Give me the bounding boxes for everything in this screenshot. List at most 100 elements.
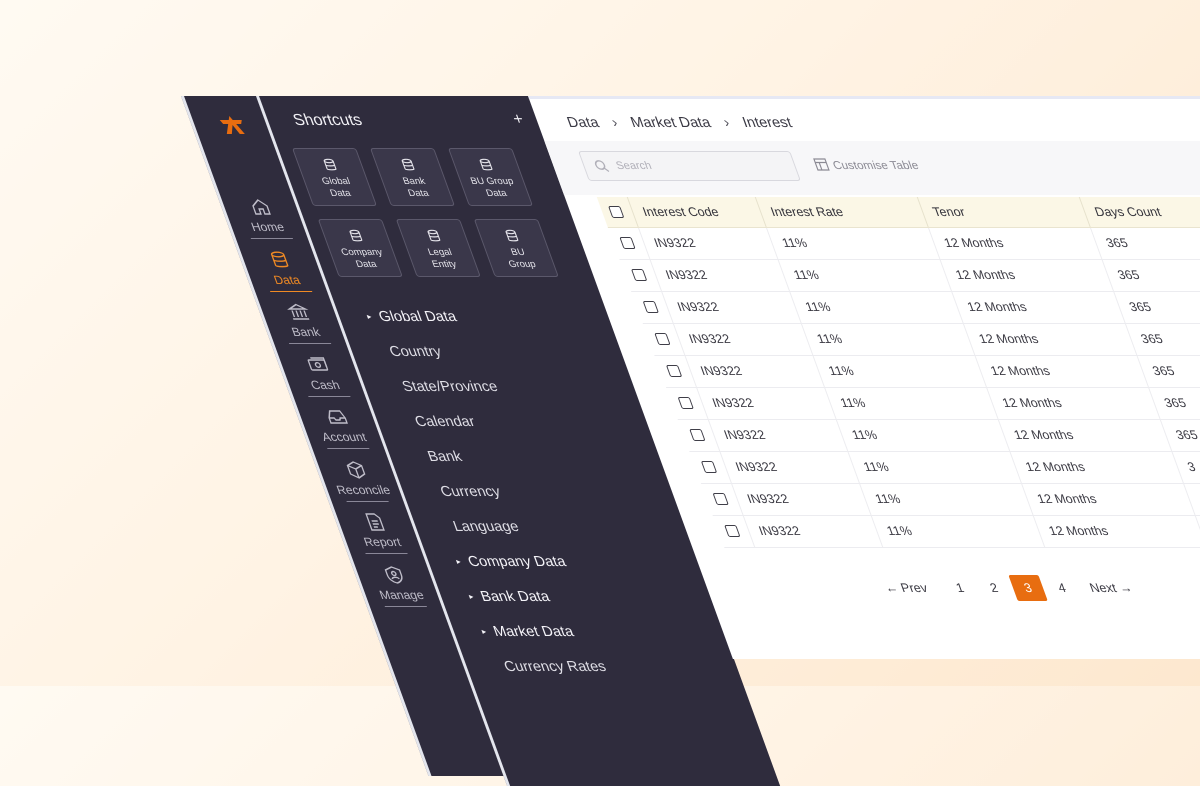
page-3-button[interactable]: 3 (1008, 575, 1048, 601)
nav-divider (365, 553, 408, 554)
tree-item-label: Bank (425, 449, 465, 465)
select-all-checkbox[interactable] (608, 206, 625, 218)
table-cell: 11% (800, 324, 975, 355)
shortcut-tile-label: Data (328, 188, 353, 199)
row-checkbox[interactable] (619, 237, 636, 249)
tree-item-company-data[interactable]: ▸ Company Data (454, 554, 568, 570)
nav-divider (346, 500, 389, 502)
nav-divider (384, 605, 427, 607)
row-checkbox[interactable] (642, 301, 659, 313)
table-cell: 12 Months (951, 292, 1125, 323)
tree-item-label: Currency (438, 484, 503, 500)
row-checkbox[interactable] (724, 525, 741, 537)
tree-item-currency[interactable]: Currency (438, 484, 503, 500)
chevron-right-icon: › (609, 115, 621, 131)
shortcut-tile-bu-group-data[interactable]: BU Group Data (447, 148, 534, 206)
page-1-button[interactable]: 1 (940, 575, 979, 601)
table-row[interactable]: IN9322 11% 12 Months 365 (608, 228, 1200, 260)
table-cell: 12 Months (928, 228, 1102, 259)
next-page-button[interactable]: Next → (1080, 575, 1141, 601)
nav-item-label: Home (249, 220, 287, 234)
column-interest-rate[interactable]: Interest Rate (754, 197, 928, 227)
table-row[interactable]: IN9322 11% 12 Months 365 (677, 420, 1200, 452)
tree-item-label: Currency Rates (501, 659, 609, 675)
customise-table-button[interactable]: Customise Table (813, 158, 921, 172)
tree-item-label: State/Province (400, 379, 501, 395)
table-cell: IN9322 (696, 388, 836, 419)
nav-divider (288, 343, 332, 344)
table-cell: 365 (1136, 356, 1200, 387)
row-checkbox[interactable] (689, 429, 706, 441)
shortcut-tile-bu-group[interactable]: BU Group (473, 219, 559, 277)
tree-item-country[interactable]: Country (387, 344, 444, 360)
nav-divider (308, 395, 351, 397)
nav-item-label: Bank (289, 325, 323, 339)
table-cell: 12 Months (962, 324, 1137, 355)
table-row[interactable]: IN9322 11% 12 Months 365 (631, 292, 1200, 324)
interest-table: Interest Code Interest Rate Tenor Days C… (596, 197, 1200, 548)
shortcut-tile-label: Company (339, 247, 385, 258)
page-4-button[interactable]: 4 (1042, 575, 1081, 601)
tree-item-bank-data[interactable]: ▸ Bank Data (466, 589, 552, 605)
bank-icon (284, 301, 314, 323)
table-cell: IN9322 (649, 260, 789, 291)
column-tenor[interactable]: Tenor (916, 197, 1090, 227)
table-cell: 365 (1113, 292, 1200, 323)
row-checkbox[interactable] (654, 333, 671, 345)
table-cell: IN9322 (731, 484, 871, 515)
shortcut-tile-bank-data[interactable]: Bank Data (369, 148, 456, 206)
row-checkbox[interactable] (630, 269, 648, 281)
row-checkbox[interactable] (677, 397, 694, 409)
table-row[interactable]: IN9322 11% 12 Months 365 (666, 388, 1200, 420)
table-cell: 12 Months (939, 260, 1113, 291)
inbox-icon (322, 406, 352, 428)
search-input[interactable]: Search (578, 151, 801, 181)
nav-divider (250, 238, 294, 239)
table-cell: 12 Months (997, 420, 1172, 451)
table-row[interactable]: IN9322 11% 12 Months (712, 516, 1200, 548)
column-interest-code[interactable]: Interest Code (626, 197, 766, 227)
table-row[interactable]: IN9322 11% 12 Months 365 (642, 324, 1200, 356)
table-row[interactable]: IN9322 11% 12 Months 3 (689, 452, 1200, 484)
table-cell: IN9322 (719, 452, 859, 483)
shortcut-tile-global-data[interactable]: Global Data (291, 148, 378, 206)
shortcut-tile-label: Legal (426, 247, 454, 258)
breadcrumb-interest: Interest (740, 115, 795, 131)
shortcut-tile-company-data[interactable]: Company Data (317, 219, 403, 277)
table-row[interactable]: IN9322 11% 12 Months 365 (654, 356, 1200, 388)
breadcrumb-market-data[interactable]: Market Data (628, 115, 713, 131)
table-row[interactable]: IN9322 11% 12 Months (701, 484, 1200, 516)
prev-page-button[interactable]: ← Prev (876, 575, 935, 601)
row-checkbox[interactable] (665, 365, 683, 377)
row-checkbox[interactable] (700, 461, 718, 473)
tree-item-global-data[interactable]: ▸ Global Data (365, 309, 459, 325)
database-icon (345, 228, 367, 244)
database-icon (475, 157, 497, 173)
tree-item-bank[interactable]: Bank (425, 449, 464, 465)
table-cell: 12 Months (1021, 484, 1195, 515)
breadcrumb-data[interactable]: Data (565, 115, 601, 131)
tree-item-label: Calendar (412, 414, 478, 430)
column-days-count[interactable]: Days Count (1078, 197, 1200, 227)
table-cell: 12 Months (1032, 516, 1200, 547)
tree-item-market-data[interactable]: ▸ Market Data (479, 624, 576, 640)
table-cell: 365 (1124, 324, 1200, 355)
table-cell: IN9322 (684, 356, 824, 387)
table-row[interactable]: IN9322 11% 12 Months 365 (619, 260, 1200, 292)
database-icon (397, 157, 419, 173)
table-cell: IN9322 (707, 420, 848, 451)
nav-divider (269, 290, 313, 292)
row-checkbox[interactable] (712, 493, 729, 505)
page-2-button[interactable]: 2 (974, 575, 1013, 601)
tree-item-language[interactable]: Language (451, 519, 521, 535)
tree-item-calendar[interactable]: Calendar (413, 414, 478, 430)
tree-item-state-province[interactable]: State/Province (400, 379, 500, 395)
app-logo-icon[interactable] (212, 110, 253, 140)
table-cell: 11% (766, 228, 940, 259)
shortcut-tile-legal-entity[interactable]: Legal Entity (395, 219, 481, 277)
add-shortcut-button[interactable]: + (510, 111, 526, 129)
customise-table-label: Customise Table (831, 160, 921, 172)
tree-item-currency-rates[interactable]: Currency Rates (502, 659, 609, 675)
table-cell: IN9322 (672, 324, 813, 355)
shortcut-tile-label: BU (509, 247, 527, 258)
